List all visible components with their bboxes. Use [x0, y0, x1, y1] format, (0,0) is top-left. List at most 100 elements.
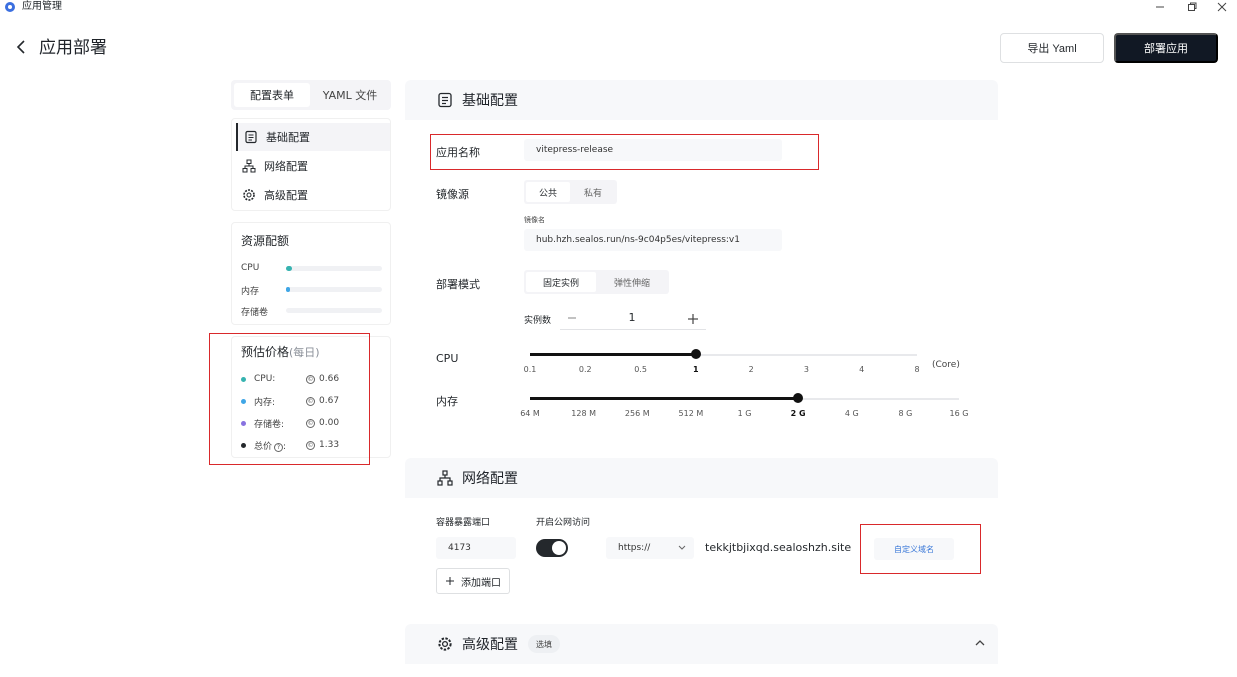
nav-item-network[interactable]: 网络配置	[236, 152, 390, 180]
memory-tick[interactable]: 128 M	[564, 409, 604, 418]
nav-item-label: 基础配置	[266, 131, 310, 144]
replicas-label: 实例数	[524, 316, 552, 326]
nav-item-basic[interactable]: 基础配置	[236, 123, 390, 151]
memory-slider-fill	[530, 397, 799, 400]
tab-yaml[interactable]: YAML 文件	[312, 83, 388, 107]
close-icon[interactable]	[1207, 0, 1237, 14]
custom-domain-button[interactable]: 自定义域名	[874, 538, 954, 560]
protocol-select[interactable]: https://	[606, 537, 694, 559]
advanced-config-section: 高级配置	[405, 624, 998, 677]
deploy-mode-elastic[interactable]: 弹性伸缩	[597, 272, 667, 292]
legend-dot	[241, 442, 246, 448]
plus-icon[interactable]	[686, 312, 700, 326]
cpu-slider-handle[interactable]	[690, 349, 701, 359]
add-port-label: 添加端口	[461, 577, 501, 589]
cpu-tick[interactable]: 8	[897, 365, 937, 374]
chevron-up-icon[interactable]	[975, 639, 985, 647]
price-row-storage: 存储卷: © 0.00	[241, 416, 381, 430]
public-domain: tekkjtbjixqd.sealoshzh.site	[705, 541, 852, 554]
price-label-total: 总价?:	[254, 441, 287, 452]
coin-icon: ©	[306, 396, 315, 406]
price-value: 0.67	[319, 396, 340, 406]
cpu-tick[interactable]: 0.1	[510, 365, 550, 374]
window-titlebar: 应用管理	[0, 0, 1237, 14]
resource-quota-card: 资源配额 CPU 内存 存储卷	[231, 222, 391, 325]
price-value: 0.00	[319, 418, 340, 428]
memory-label: 内存	[436, 395, 458, 408]
cpu-tick[interactable]: 1	[676, 365, 716, 374]
advanced-config-title: 高级配置	[462, 637, 518, 653]
gear-icon	[438, 637, 452, 651]
tab-form[interactable]: 配置表单	[234, 83, 310, 107]
nav-item-advanced[interactable]: 高级配置	[236, 181, 390, 209]
image-source-public[interactable]: 公共	[526, 182, 570, 202]
public-access-toggle[interactable]	[536, 539, 568, 557]
image-source-toggle: 公共 私有	[524, 180, 617, 204]
nav-item-label: 高级配置	[264, 189, 308, 202]
document-icon	[245, 130, 257, 144]
resource-quota-title: 资源配额	[241, 234, 290, 248]
deploy-app-button[interactable]: 部署应用	[1114, 33, 1218, 63]
deploy-mode-fixed[interactable]: 固定实例	[526, 272, 596, 292]
memory-tick[interactable]: 4 G	[832, 409, 872, 418]
optional-badge: 选填	[528, 635, 560, 653]
price-value: 1.33	[319, 440, 340, 450]
price-label: 内存:	[254, 397, 276, 408]
public-access-label: 开启公网访问	[536, 518, 591, 528]
cpu-tick[interactable]: 3	[786, 365, 826, 374]
image-name-input[interactable]: hub.hzh.sealos.run/ns-9c04p5es/vitepress…	[524, 229, 782, 251]
chevron-down-icon	[678, 545, 686, 550]
basic-config-header: 基础配置	[405, 80, 998, 120]
memory-tick[interactable]: 16 G	[939, 409, 979, 418]
cpu-tick[interactable]: 4	[842, 365, 882, 374]
memory-tick[interactable]: 256 M	[617, 409, 657, 418]
port-input[interactable]: 4173	[436, 537, 516, 559]
app-gear-icon	[5, 2, 15, 12]
replicas-underline	[560, 329, 706, 330]
resource-label-storage: 存储卷	[241, 308, 269, 318]
window-title: 应用管理	[22, 1, 62, 12]
restore-icon[interactable]	[1177, 0, 1207, 14]
app-name-label: 应用名称	[436, 146, 480, 159]
image-source-private[interactable]: 私有	[571, 182, 615, 202]
memory-tick[interactable]: 2 G	[778, 409, 818, 418]
add-port-button[interactable]: 添加端口	[436, 568, 510, 594]
resource-label-cpu: CPU	[241, 263, 260, 273]
memory-tick[interactable]: 64 M	[510, 409, 550, 418]
memory-tick[interactable]: 512 M	[671, 409, 711, 418]
cpu-tick[interactable]: 0.5	[621, 365, 661, 374]
resource-bar-memory	[286, 287, 382, 292]
price-row-cpu: CPU: © 0.66	[241, 372, 381, 386]
deploy-mode-toggle: 固定实例 弹性伸缩	[524, 270, 669, 294]
price-value: 0.66	[319, 374, 340, 384]
resource-bar-cpu	[286, 266, 382, 271]
coin-icon: ©	[306, 418, 315, 428]
price-row-memory: 内存: © 0.67	[241, 394, 381, 408]
memory-tick[interactable]: 8 G	[885, 409, 925, 418]
cpu-tick[interactable]: 2	[731, 365, 771, 374]
memory-tick[interactable]: 1 G	[725, 409, 765, 418]
help-icon[interactable]: ?	[274, 442, 284, 452]
export-yaml-button[interactable]: 导出 Yaml	[1000, 33, 1104, 63]
page-title: 应用部署	[39, 38, 107, 58]
cpu-tick[interactable]: 0.2	[565, 365, 605, 374]
network-config-header: 网络配置	[405, 458, 998, 498]
price-label: CPU:	[254, 374, 276, 384]
legend-dot	[241, 420, 246, 426]
replicas-value[interactable]: 1	[622, 311, 642, 324]
back-chevron-icon[interactable]	[14, 38, 28, 56]
cpu-slider-fill	[530, 353, 696, 356]
network-config-title: 网络配置	[462, 471, 518, 487]
legend-dot	[241, 398, 246, 404]
minimize-icon[interactable]	[1145, 0, 1175, 14]
plus-icon	[446, 577, 454, 585]
nav-item-label: 网络配置	[264, 160, 308, 173]
app-name-input[interactable]: vitepress-release	[524, 139, 782, 161]
section-nav: 基础配置 网络配置 高级配置	[231, 118, 391, 211]
image-source-label: 镜像源	[436, 188, 469, 201]
document-icon	[438, 92, 452, 108]
advanced-config-header[interactable]: 高级配置	[405, 624, 998, 664]
minus-icon[interactable]	[566, 312, 578, 324]
price-subtitle: (每日)	[289, 346, 320, 359]
port-label: 容器暴露端口	[436, 518, 491, 528]
